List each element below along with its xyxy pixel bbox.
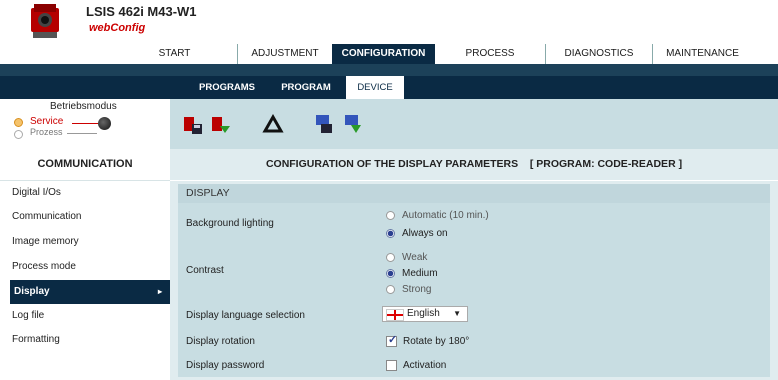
download-from-pc-icon[interactable] bbox=[342, 113, 364, 135]
tab-configuration[interactable]: CONFIGURATION bbox=[332, 44, 435, 64]
password-label: Display password bbox=[186, 360, 265, 371]
password-checkbox[interactable] bbox=[386, 360, 397, 371]
upload-to-pc-icon[interactable] bbox=[313, 113, 335, 135]
mode-service-label: Service bbox=[30, 116, 64, 127]
sub-nav: PROGRAMS PROGRAM DEVICE bbox=[0, 76, 778, 99]
page-title: CONFIGURATION OF THE DISPLAY PARAMETERS … bbox=[170, 149, 778, 181]
service-line bbox=[72, 123, 100, 124]
toolbar bbox=[170, 99, 778, 149]
subtab-device[interactable]: DEVICE bbox=[346, 76, 404, 99]
device-title: LSIS 462i M43-W1 bbox=[86, 4, 197, 19]
radio-automatic[interactable] bbox=[386, 210, 395, 220]
background-lighting-label: Background lighting bbox=[186, 218, 274, 229]
uk-flag-icon bbox=[386, 309, 404, 321]
option-medium[interactable]: Medium bbox=[386, 268, 438, 280]
sidebar-item-formatting[interactable]: Formatting bbox=[0, 328, 170, 352]
mode-title: Betriebsmodus bbox=[50, 101, 117, 112]
option-automatic-label: Automatic (10 min.) bbox=[402, 210, 489, 221]
prozess-line bbox=[67, 133, 97, 134]
rotation-checkbox-label: Rotate by 180° bbox=[403, 336, 470, 348]
language-value: English bbox=[407, 308, 440, 319]
rotation-checkbox[interactable]: ✓ bbox=[386, 334, 398, 347]
contrast-label: Contrast bbox=[186, 265, 224, 276]
option-strong[interactable]: Strong bbox=[386, 284, 431, 296]
radio-strong[interactable] bbox=[386, 284, 395, 294]
option-always-on-label: Always on bbox=[402, 228, 448, 239]
sub-nav-bar bbox=[0, 64, 778, 76]
rotation-option[interactable]: ✓ Rotate by 180° bbox=[386, 334, 470, 348]
chevron-right-icon: ▸ bbox=[157, 287, 162, 296]
radio-medium[interactable] bbox=[386, 268, 395, 278]
settings-panel bbox=[178, 203, 770, 377]
sidebar-item-communication[interactable]: Communication bbox=[0, 205, 170, 229]
tab-start[interactable]: START bbox=[112, 44, 237, 64]
language-label: Display language selection bbox=[186, 310, 305, 321]
prozess-radio[interactable] bbox=[14, 130, 23, 139]
tab-maintenance[interactable]: MAINTENANCE bbox=[652, 44, 752, 64]
mode-prozess-label: Prozess bbox=[30, 127, 63, 137]
checkmark-icon: ✓ bbox=[388, 334, 398, 346]
sidebar-heading: COMMUNICATION bbox=[0, 149, 170, 181]
device-image bbox=[28, 2, 64, 40]
sidebar-item-label: Display bbox=[14, 286, 50, 297]
option-always-on[interactable]: Always on bbox=[386, 228, 448, 240]
load-icon[interactable] bbox=[182, 114, 204, 136]
tab-diagnostics[interactable]: DIAGNOSTICS bbox=[545, 44, 652, 64]
option-medium-label: Medium bbox=[402, 268, 438, 279]
sidebar-item-display[interactable]: Display ▸ bbox=[10, 280, 170, 304]
recycle-icon[interactable] bbox=[262, 113, 284, 136]
option-automatic[interactable]: Automatic (10 min.) bbox=[386, 210, 489, 222]
mode-switch-knob[interactable] bbox=[98, 117, 111, 130]
save-to-device-icon[interactable] bbox=[210, 114, 232, 136]
option-weak-label: Weak bbox=[402, 252, 428, 263]
main-nav: START ADJUSTMENT CONFIGURATION PROCESS D… bbox=[0, 44, 778, 64]
rotation-label: Display rotation bbox=[186, 336, 255, 347]
subtab-programs[interactable]: PROGRAMS bbox=[190, 76, 264, 99]
section-heading: DISPLAY bbox=[178, 184, 770, 203]
password-option[interactable]: Activation bbox=[386, 360, 446, 372]
option-strong-label: Strong bbox=[402, 284, 432, 295]
radio-always-on[interactable] bbox=[386, 228, 395, 238]
app-subtitle: webConfig bbox=[89, 22, 146, 34]
radio-weak[interactable] bbox=[386, 252, 395, 262]
sidebar-item-digital-ios[interactable]: Digital I/Os bbox=[0, 181, 170, 205]
option-weak[interactable]: Weak bbox=[386, 252, 427, 264]
tab-process[interactable]: PROCESS bbox=[435, 44, 545, 64]
dropdown-arrow-icon: ▼ bbox=[453, 309, 461, 318]
password-checkbox-label: Activation bbox=[403, 360, 447, 372]
service-radio[interactable] bbox=[14, 118, 23, 127]
subtab-program[interactable]: PROGRAM bbox=[272, 76, 340, 99]
sidebar-item-process-mode[interactable]: Process mode bbox=[0, 255, 170, 279]
sidebar-item-log-file[interactable]: Log file bbox=[0, 304, 170, 328]
language-select[interactable]: English ▼ bbox=[382, 306, 468, 322]
tab-adjustment[interactable]: ADJUSTMENT bbox=[237, 44, 332, 64]
sidebar-item-image-memory[interactable]: Image memory bbox=[0, 230, 170, 254]
